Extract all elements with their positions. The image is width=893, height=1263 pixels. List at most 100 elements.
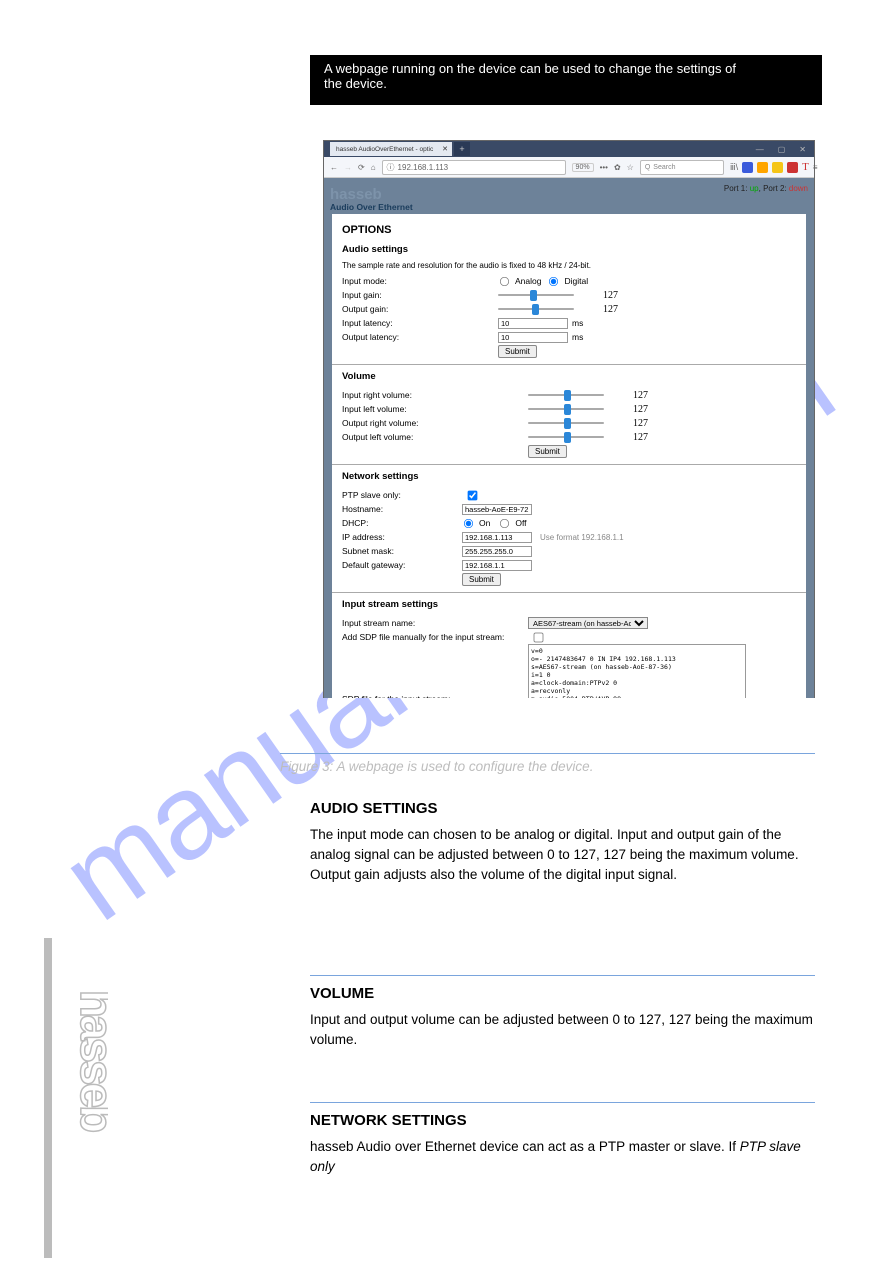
out-left-slider[interactable]: [528, 432, 604, 442]
port2-value: down: [789, 184, 808, 193]
volume-section-title: VOLUME: [310, 985, 374, 1002]
subnet-label: Subnet mask:: [342, 546, 462, 556]
brand-bar: hasseb Audio Over Ethernet Port 1: up, P…: [324, 178, 814, 214]
port-status: Port 1: up, Port 2: down: [724, 180, 808, 193]
maximize-icon[interactable]: ▢: [778, 145, 786, 154]
browser-window: hasseb AudioOverEthernet - optic ✕ + — ▢…: [323, 140, 815, 698]
network-submit-button[interactable]: Submit: [462, 573, 501, 586]
star-icon[interactable]: ☆: [627, 163, 634, 172]
volume-submit-button[interactable]: Submit: [528, 445, 567, 458]
ptp-checkbox[interactable]: [468, 490, 478, 500]
subnet-input[interactable]: [462, 546, 532, 557]
volume-section-body: Input and output volume can be adjusted …: [310, 1010, 815, 1050]
forward-icon[interactable]: →: [344, 163, 352, 172]
tab-title: hasseb AudioOverEthernet - optic: [336, 146, 433, 153]
ext-icon-3[interactable]: [772, 162, 783, 173]
port1-value: up: [750, 184, 759, 193]
stream-name-select[interactable]: AES67-stream (on hasseb-AoE-87-36): [528, 617, 648, 629]
input-mode-label: Input mode:: [342, 276, 498, 286]
latency-unit: ms: [572, 318, 583, 328]
in-right-slider[interactable]: [528, 390, 604, 400]
menu-icon[interactable]: ≡: [813, 163, 818, 172]
input-gain-value: 127: [578, 290, 618, 301]
ip-label: IP address:: [342, 532, 462, 542]
ip-input[interactable]: [462, 532, 532, 543]
dhcp-off-label: Off: [515, 518, 526, 528]
page-content: hasseb Audio Over Ethernet Port 1: up, P…: [324, 178, 814, 698]
back-icon[interactable]: ←: [330, 163, 338, 172]
out-right-slider[interactable]: [528, 418, 604, 428]
tab-bar: hasseb AudioOverEthernet - optic ✕ + — ▢…: [324, 141, 814, 157]
out-left-value: 127: [608, 432, 648, 443]
close-window-icon[interactable]: ✕: [799, 145, 806, 154]
audio-submit-button[interactable]: Submit: [498, 345, 537, 358]
digital-radio[interactable]: [549, 276, 558, 285]
brand-logo: hasseb: [330, 188, 413, 202]
svg-text:hasseb: hasseb: [71, 990, 108, 1132]
url-text: 192.168.1.113: [398, 163, 449, 172]
audio-heading: Audio settings: [342, 244, 796, 255]
sdp-textarea[interactable]: v=0 o=- 2147483647 0 IN IP4 192.168.1.11…: [528, 644, 746, 698]
network-section-body: hasseb Audio over Ethernet device can ac…: [310, 1137, 815, 1177]
stream-heading: Input stream settings: [342, 599, 796, 610]
dhcp-off-radio[interactable]: [500, 518, 509, 527]
reload-icon[interactable]: ⟳: [358, 163, 365, 172]
output-gain-value: 127: [578, 304, 618, 315]
hostname-label: Hostname:: [342, 504, 462, 514]
search-input[interactable]: Q Search: [640, 160, 724, 175]
figure-caption: Figure 3: A webpage is used to configure…: [280, 758, 815, 776]
in-left-slider[interactable]: [528, 404, 604, 414]
out-right-label: Output right volume:: [342, 418, 528, 428]
stream-name-label: Input stream name:: [342, 618, 528, 628]
search-placeholder: Search: [653, 164, 675, 171]
url-input[interactable]: ⓘ 192.168.1.113: [382, 160, 566, 175]
intro-line1: A webpage running on the device can be u…: [324, 61, 808, 76]
more-icon[interactable]: •••: [600, 163, 608, 172]
dhcp-label: DHCP:: [342, 518, 462, 528]
address-bar: ← → ⟳ ⌂ ⓘ 192.168.1.113 90% ••• ✿ ☆ Q Se…: [324, 157, 814, 178]
stream-manual-label: Add SDP file manually for the input stre…: [342, 632, 528, 642]
input-gain-slider[interactable]: [498, 290, 574, 300]
intro-line2: the device.: [324, 76, 808, 91]
intro-black-box: A webpage running on the device can be u…: [310, 55, 822, 105]
ext-icon-2[interactable]: [757, 162, 768, 173]
ptp-label: PTP slave only:: [342, 490, 462, 500]
gateway-input[interactable]: [462, 560, 532, 571]
analog-radio[interactable]: [500, 276, 509, 285]
stream-manual-checkbox[interactable]: [534, 632, 544, 642]
ip-hint: Use format 192.168.1.1: [540, 533, 624, 542]
zoom-level[interactable]: 90%: [572, 163, 594, 172]
port1-label: Port 1:: [724, 184, 748, 193]
ext-icon-4[interactable]: [787, 162, 798, 173]
output-latency-input[interactable]: [498, 332, 568, 343]
input-latency-label: Input latency:: [342, 318, 498, 328]
network-section-title: NETWORK SETTINGS: [310, 1112, 467, 1129]
home-icon[interactable]: ⌂: [371, 163, 376, 172]
new-tab-button[interactable]: +: [454, 142, 470, 156]
in-left-label: Input left volume:: [342, 404, 528, 414]
toolbar-icons: ⅲ\ T ≡: [730, 161, 818, 173]
in-right-label: Input right volume:: [342, 390, 528, 400]
minimize-icon[interactable]: —: [756, 145, 764, 154]
close-icon[interactable]: ✕: [442, 145, 448, 153]
figure-rule-top: [280, 753, 815, 754]
library-icon[interactable]: ⅲ\: [730, 162, 738, 173]
options-title: OPTIONS: [342, 224, 796, 236]
reader-icon[interactable]: ✿: [614, 163, 621, 172]
ext-icon-1[interactable]: [742, 162, 753, 173]
input-gain-label: Input gain:: [342, 290, 498, 300]
audio-section-title: AUDIO SETTINGS: [310, 800, 438, 817]
hostname-input[interactable]: [462, 504, 532, 515]
in-left-value: 127: [608, 404, 648, 415]
ext-icon-5[interactable]: T: [802, 161, 809, 173]
gateway-label: Default gateway:: [342, 560, 462, 570]
dhcp-on-radio[interactable]: [464, 518, 473, 527]
brand-subtitle: Audio Over Ethernet: [330, 202, 413, 212]
audio-note: The sample rate and resolution for the a…: [342, 261, 796, 270]
volume-heading: Volume: [342, 371, 796, 382]
out-right-value: 127: [608, 418, 648, 429]
input-latency-input[interactable]: [498, 318, 568, 329]
browser-tab[interactable]: hasseb AudioOverEthernet - optic ✕: [330, 142, 452, 156]
output-gain-slider[interactable]: [498, 304, 574, 314]
section-rule-2: [310, 975, 815, 976]
